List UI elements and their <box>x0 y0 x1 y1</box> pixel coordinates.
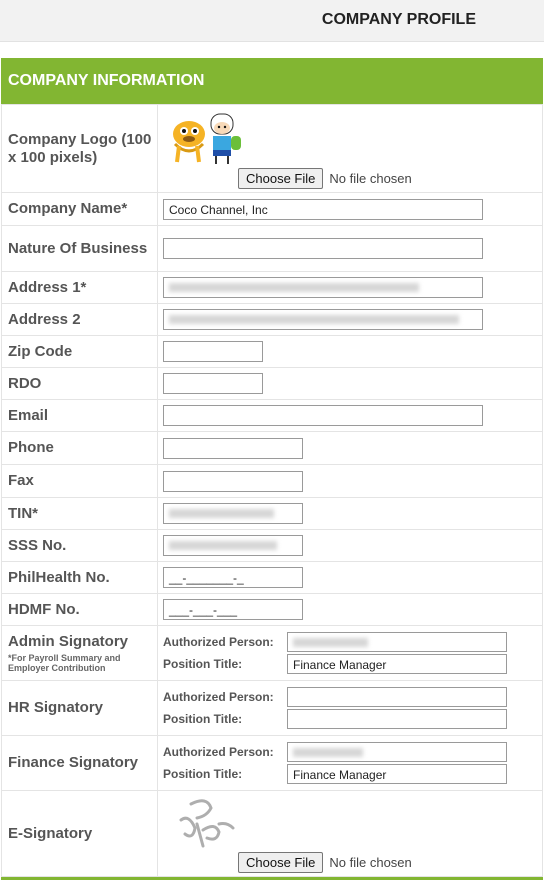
e-signature-preview <box>167 794 542 852</box>
address1-label: Address 1* <box>1 271 158 304</box>
zip-label: Zip Code <box>1 335 158 368</box>
hdmf-label: HDMF No. <box>1 593 158 626</box>
logo-row: Company Logo (100 x 100 pixels) Choose F… <box>1 104 543 193</box>
hr-authorized-person-label: Authorized Person: <box>163 690 274 704</box>
fax-row: Fax <box>1 464 543 498</box>
logo-preview <box>167 108 542 168</box>
nature-of-business-input[interactable] <box>163 238 483 259</box>
logo-file-status: No file chosen <box>329 171 412 186</box>
e-signatory-row: E-Signatory Choose File No file chosen <box>1 790 543 877</box>
philhealth-input[interactable]: __-_______-_ <box>163 567 303 588</box>
admin-signatory-label-cell: Admin Signatory *For Payroll Summary and… <box>1 625 158 681</box>
finance-authorized-person-label: Authorized Person: <box>163 745 274 759</box>
company-name-label: Company Name* <box>1 192 158 226</box>
section-title: COMPANY INFORMATION <box>8 72 205 89</box>
header-gap <box>0 42 544 58</box>
philhealth-label: PhilHealth No. <box>1 561 158 594</box>
hdmf-row: HDMF No. ___-___-___ <box>1 593 543 626</box>
admin-authorized-person-label: Authorized Person: <box>163 635 274 649</box>
signature-image <box>179 799 235 848</box>
hr-authorized-person-input[interactable] <box>287 687 507 707</box>
sss-row: SSS No. <box>1 529 543 562</box>
admin-signatory-row: Admin Signatory *For Payroll Summary and… <box>1 625 543 681</box>
tin-label: TIN* <box>1 497 158 530</box>
philhealth-row: PhilHealth No. __-_______-_ <box>1 561 543 594</box>
tin-input[interactable] <box>163 503 303 524</box>
logo-label: Company Logo (100 x 100 pixels) <box>1 104 158 193</box>
company-info-form: Company Logo (100 x 100 pixels) Choose F… <box>1 104 543 877</box>
address2-input[interactable] <box>163 309 483 330</box>
logo-field: Choose File No file chosen <box>157 104 543 193</box>
logo-file-input[interactable]: Choose File No file chosen <box>238 168 542 189</box>
company-name-row: Company Name* Coco Channel, Inc <box>1 192 543 226</box>
email-label: Email <box>1 399 158 432</box>
hr-position-title-input[interactable] <box>287 709 507 729</box>
esig-choose-file-button[interactable]: Choose File <box>238 852 324 873</box>
tin-row: TIN* <box>1 497 543 530</box>
admin-position-title-input[interactable]: Finance Manager <box>287 654 507 674</box>
rdo-row: RDO <box>1 367 543 400</box>
finance-position-title-label: Position Title: <box>163 767 243 781</box>
address1-input[interactable] <box>163 277 483 298</box>
page-header: COMPANY PROFILE <box>0 0 544 42</box>
esig-file-status: No file chosen <box>329 855 412 870</box>
address1-row: Address 1* <box>1 271 543 304</box>
admin-position-title-label: Position Title: <box>163 657 243 671</box>
email-row: Email <box>1 399 543 432</box>
finance-authorized-person-input[interactable] <box>287 742 507 762</box>
address2-label: Address 2 <box>1 303 158 336</box>
address2-row: Address 2 <box>1 303 543 336</box>
fax-label: Fax <box>1 464 158 498</box>
page-title: COMPANY PROFILE <box>321 11 476 28</box>
logo-choose-file-button[interactable]: Choose File <box>238 168 324 189</box>
rdo-label: RDO <box>1 367 158 400</box>
section-header: COMPANY INFORMATION <box>1 58 543 104</box>
admin-signatory-label: Admin Signatory <box>8 633 129 650</box>
admin-authorized-person-input[interactable] <box>287 632 507 652</box>
finance-signatory-row: Finance Signatory Authorized Person: Pos… <box>1 735 543 791</box>
nature-label: Nature Of Business <box>1 225 158 272</box>
fax-input[interactable] <box>163 470 303 492</box>
cartoon-logo-image <box>173 113 241 164</box>
phone-row: Phone <box>1 431 543 465</box>
sss-label: SSS No. <box>1 529 158 562</box>
sss-input[interactable] <box>163 535 303 556</box>
hr-signatory-row: HR Signatory Authorized Person: Position… <box>1 680 543 736</box>
admin-signatory-note: *For Payroll Summary and Employer Contri… <box>8 653 121 673</box>
zip-row: Zip Code <box>1 335 543 368</box>
finance-signatory-label: Finance Signatory <box>1 735 158 791</box>
hr-position-title-label: Position Title: <box>163 712 243 726</box>
email-input[interactable] <box>163 405 483 426</box>
nature-row: Nature Of Business <box>1 225 543 272</box>
hr-signatory-label: HR Signatory <box>1 680 158 736</box>
rdo-input[interactable] <box>163 373 263 394</box>
phone-label: Phone <box>1 431 158 465</box>
hdmf-input[interactable]: ___-___-___ <box>163 599 303 620</box>
zip-code-input[interactable] <box>163 341 263 362</box>
esig-file-input[interactable]: Choose File No file chosen <box>238 852 542 873</box>
phone-input[interactable] <box>163 437 303 459</box>
finance-position-title-input[interactable]: Finance Manager <box>287 764 507 784</box>
e-signatory-label: E-Signatory <box>1 790 158 877</box>
company-name-input[interactable]: Coco Channel, Inc <box>163 198 483 220</box>
